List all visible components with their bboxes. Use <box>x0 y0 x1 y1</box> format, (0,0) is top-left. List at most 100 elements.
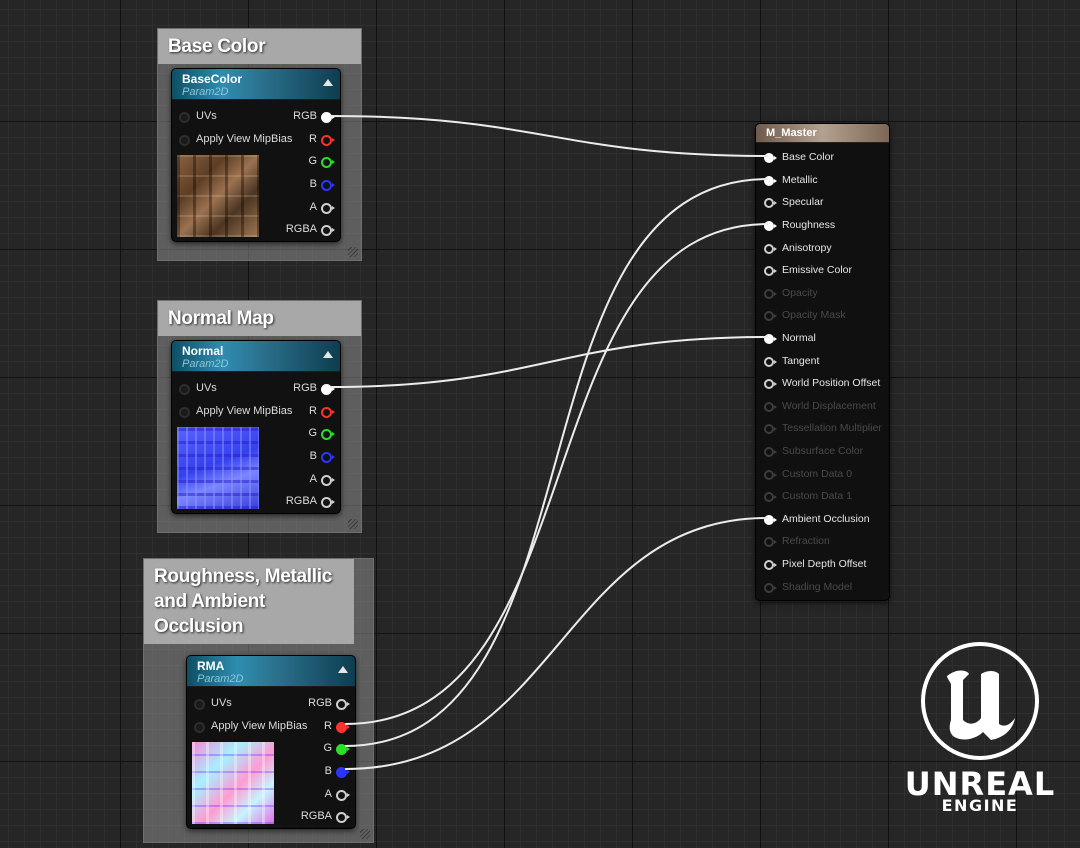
output-pin-b[interactable]: B <box>274 177 335 193</box>
unreal-engine-u-icon <box>921 642 1039 760</box>
pin-icon[interactable] <box>764 153 777 163</box>
texture-node-rma[interactable]: RMA Param2D UVs Apply View MipBias RGB R… <box>186 655 356 829</box>
output-pin-rgba[interactable]: RGBA <box>289 809 350 825</box>
pin-label: G <box>323 742 332 754</box>
output-pin-rgb[interactable]: RGB <box>274 109 335 125</box>
output-pin-g[interactable]: G <box>289 741 350 757</box>
pin-label: Refraction <box>782 535 830 547</box>
pin-label: A <box>324 788 332 800</box>
output-pin-r[interactable]: R <box>274 404 335 420</box>
texture-thumbnail <box>176 426 260 510</box>
pin-label: B <box>324 765 332 777</box>
pin-label: Tangent <box>782 355 820 367</box>
pin-icon[interactable] <box>764 560 777 570</box>
pin-icon <box>764 492 777 502</box>
pin-icon[interactable] <box>764 357 777 367</box>
pin-label: G <box>308 155 317 167</box>
pin-icon[interactable] <box>321 225 335 236</box>
pin-icon[interactable] <box>179 112 190 123</box>
wire-rma-g-to-metallic[interactable] <box>344 178 769 747</box>
pin-icon[interactable] <box>321 429 335 440</box>
output-pin-b[interactable]: B <box>274 449 335 465</box>
node-header[interactable]: BaseColor Param2D <box>172 69 340 100</box>
pin-icon[interactable] <box>764 198 777 208</box>
pin-icon[interactable] <box>321 112 335 123</box>
output-pin-g[interactable]: G <box>274 426 335 442</box>
output-pin-b[interactable]: B <box>289 764 350 780</box>
pin-icon[interactable] <box>764 221 777 231</box>
pin-icon[interactable] <box>336 790 350 801</box>
pin-icon[interactable] <box>764 266 777 276</box>
pin-label: RGB <box>293 110 317 122</box>
node-header[interactable]: Normal Param2D <box>172 341 340 372</box>
pin-label: Anisotropy <box>782 242 832 254</box>
wire-rma-b-to-ambient-occlusion[interactable] <box>344 517 769 770</box>
node-header[interactable]: RMA Param2D <box>187 656 355 687</box>
pin-icon <box>764 402 777 412</box>
pin-icon[interactable] <box>336 699 350 710</box>
resize-grip-icon[interactable] <box>348 247 358 257</box>
texture-node-basecolor[interactable]: BaseColor Param2D UVs Apply View MipBias… <box>171 68 341 242</box>
wire-rma-r-to-roughness[interactable] <box>344 223 769 725</box>
output-pin-g[interactable]: G <box>274 154 335 170</box>
pin-icon[interactable] <box>764 244 777 254</box>
output-pin-r[interactable]: R <box>274 132 335 148</box>
pin-icon[interactable] <box>764 176 777 186</box>
pin-icon[interactable] <box>179 384 190 395</box>
collapse-arrow-icon[interactable] <box>323 79 333 86</box>
wire-normal-rgb-to-normal[interactable] <box>329 336 769 388</box>
output-pin-r[interactable]: R <box>289 719 350 735</box>
pin-label: Tessellation Multiplier <box>782 422 882 434</box>
pin-label: Custom Data 0 <box>782 468 853 480</box>
output-pin-a[interactable]: A <box>274 200 335 216</box>
pin-label: B <box>309 450 317 462</box>
wire-basecolor-rgb-to-base-color[interactable] <box>329 115 769 157</box>
collapse-arrow-icon[interactable] <box>323 351 333 358</box>
pin-label: World Displacement <box>782 400 876 412</box>
pin-icon[interactable] <box>179 135 190 146</box>
output-pin-a[interactable]: A <box>289 787 350 803</box>
pin-label: Opacity Mask <box>782 309 846 321</box>
pin-label: Custom Data 1 <box>782 490 853 502</box>
output-pin-rgba[interactable]: RGBA <box>274 222 335 238</box>
pin-icon[interactable] <box>764 515 777 525</box>
output-pin-rgb[interactable]: RGB <box>274 381 335 397</box>
pin-icon[interactable] <box>321 452 335 463</box>
material-result-node[interactable]: M_Master Base Color Metallic Specular Ro… <box>755 123 890 601</box>
pin-icon[interactable] <box>194 722 205 733</box>
pin-icon <box>764 583 777 593</box>
pin-icon[interactable] <box>764 334 777 344</box>
pin-label: B <box>309 178 317 190</box>
pin-icon[interactable] <box>179 407 190 418</box>
node-subtitle: Param2D <box>197 673 244 685</box>
pin-label: Base Color <box>782 151 834 163</box>
output-pin-a[interactable]: A <box>274 472 335 488</box>
collapse-arrow-icon[interactable] <box>338 666 348 673</box>
pin-icon <box>764 289 777 299</box>
pin-icon[interactable] <box>321 384 335 395</box>
pin-icon[interactable] <box>321 203 335 214</box>
output-pin-rgba[interactable]: RGBA <box>274 494 335 510</box>
pin-icon[interactable] <box>336 812 350 823</box>
resize-grip-icon[interactable] <box>360 829 370 839</box>
node-header[interactable]: M_Master <box>756 124 889 143</box>
pin-icon[interactable] <box>321 407 335 418</box>
pin-icon <box>764 470 777 480</box>
pin-icon[interactable] <box>764 379 777 389</box>
pin-icon[interactable] <box>321 180 335 191</box>
node-title: BaseColor <box>182 72 243 86</box>
resize-grip-icon[interactable] <box>348 519 358 529</box>
pin-icon[interactable] <box>321 497 335 508</box>
unreal-engine-logo: UNREAL ENGINE <box>895 640 1065 820</box>
output-pin-rgb[interactable]: RGB <box>289 696 350 712</box>
texture-node-normal[interactable]: Normal Param2D UVs Apply View MipBias RG… <box>171 340 341 514</box>
pin-icon[interactable] <box>321 475 335 486</box>
pin-icon[interactable] <box>194 699 205 710</box>
texture-thumbnail <box>191 741 275 825</box>
pin-icon <box>764 311 777 321</box>
comment-title: Normal Map <box>158 301 361 336</box>
texture-thumbnail <box>176 154 260 238</box>
pin-icon[interactable] <box>321 157 335 168</box>
pin-label: Specular <box>782 196 824 208</box>
pin-icon[interactable] <box>321 135 335 146</box>
